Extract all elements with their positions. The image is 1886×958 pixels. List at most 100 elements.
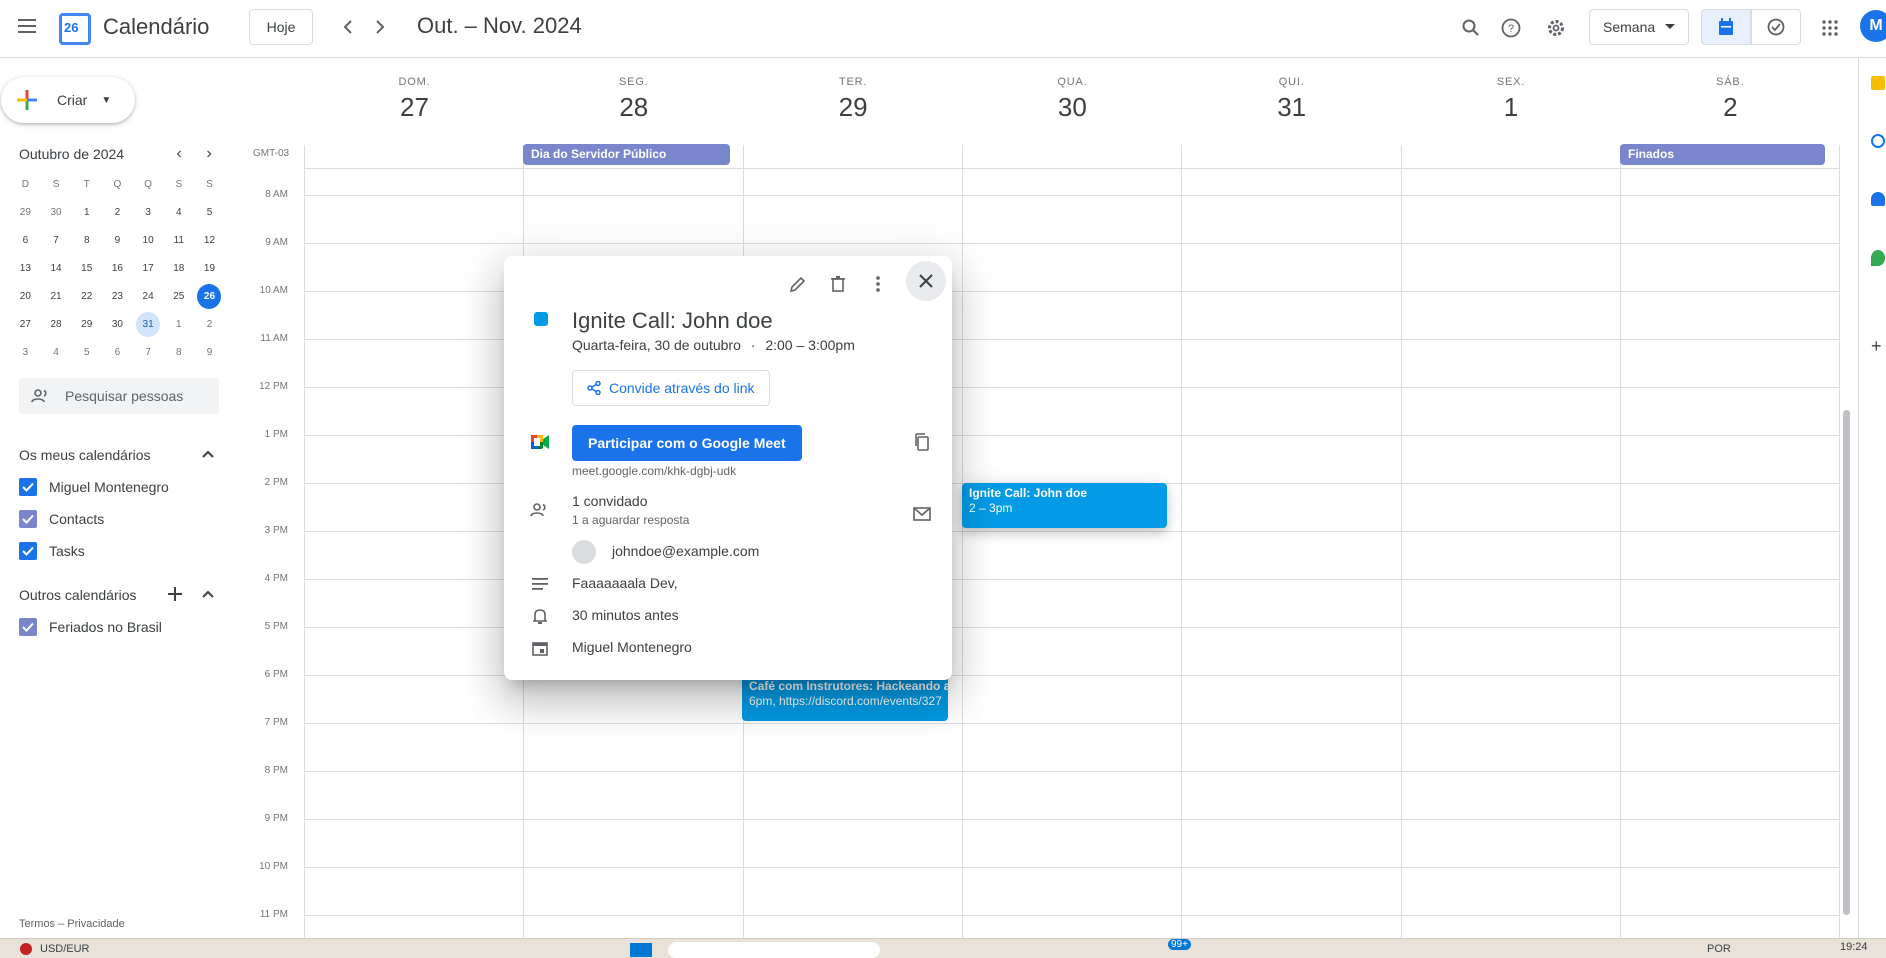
day-header[interactable]: DOM. 27: [305, 76, 524, 123]
day-header[interactable]: QUA. 30: [963, 76, 1182, 123]
mini-calendar-day[interactable]: 29: [13, 200, 37, 225]
day-date[interactable]: 30: [963, 92, 1182, 123]
add-calendar-icon[interactable]: [163, 582, 187, 606]
my-calendars-title[interactable]: Os meus calendários: [19, 447, 151, 463]
help-icon[interactable]: ?: [1495, 12, 1527, 44]
day-header[interactable]: TER. 29: [744, 76, 963, 123]
taskbar-search-box[interactable]: [668, 942, 880, 958]
mini-calendar-day[interactable]: 28: [44, 312, 68, 337]
footer-links[interactable]: Termos – Privacidade: [19, 918, 125, 930]
mini-calendar-day[interactable]: 1: [75, 200, 99, 225]
day-header[interactable]: SEX. 1: [1402, 76, 1621, 123]
day-date[interactable]: 29: [744, 92, 963, 123]
mini-prev-month-icon[interactable]: ‹: [167, 142, 191, 166]
join-google-meet-button[interactable]: Participar com o Google Meet: [572, 425, 802, 461]
mini-calendar-day[interactable]: 6: [105, 340, 129, 365]
mini-calendar-day[interactable]: 23: [105, 284, 129, 309]
calendar-item[interactable]: Tasks: [19, 542, 85, 560]
collapse-other-calendars-icon[interactable]: [196, 582, 220, 606]
settings-gear-icon[interactable]: [1540, 12, 1572, 44]
mini-calendar-day[interactable]: 31: [136, 312, 161, 337]
clock[interactable]: 19:24: [1840, 941, 1868, 953]
mini-calendar-day[interactable]: 25: [167, 284, 191, 309]
day-date[interactable]: 2: [1621, 92, 1840, 123]
mini-calendar-day[interactable]: 19: [197, 256, 221, 281]
mini-calendar-day[interactable]: 16: [105, 256, 129, 281]
mini-calendar-day[interactable]: 27: [13, 312, 37, 337]
mini-calendar-day[interactable]: 29: [75, 312, 99, 337]
tasks-icon[interactable]: [1871, 134, 1885, 148]
maps-icon[interactable]: [1871, 250, 1885, 266]
mini-calendar-day[interactable]: 7: [136, 340, 160, 365]
calendar-event[interactable]: Ignite Call: John doe 2 – 3pm: [962, 483, 1167, 528]
checkbox-checked-icon[interactable]: [19, 510, 37, 528]
mini-calendar-day[interactable]: 11: [167, 228, 191, 253]
search-people-input[interactable]: Pesquisar pessoas: [19, 378, 219, 414]
mini-calendar-day[interactable]: 17: [136, 256, 160, 281]
grid-scrollbar[interactable]: [1843, 410, 1850, 915]
mini-calendar-day[interactable]: 20: [13, 284, 37, 309]
apps-grid-icon[interactable]: [1814, 12, 1846, 44]
calendar-item[interactable]: Contacts: [19, 510, 104, 528]
mini-calendar-day[interactable]: 6: [13, 228, 37, 253]
mini-calendar-day[interactable]: 24: [136, 284, 160, 309]
collapse-my-calendars-icon[interactable]: [196, 442, 220, 466]
checkbox-checked-icon[interactable]: [19, 478, 37, 496]
mini-calendar-day[interactable]: 30: [44, 200, 68, 225]
mini-calendar-day[interactable]: 15: [75, 256, 99, 281]
mini-calendar-day[interactable]: 21: [44, 284, 68, 309]
day-date[interactable]: 27: [305, 92, 524, 123]
guest-email[interactable]: johndoe@example.com: [612, 543, 759, 559]
invite-via-link-button[interactable]: Convide através do link: [572, 370, 770, 406]
calendar-event[interactable]: Café com Instrutores: Hackeando a 6pm, h…: [742, 676, 948, 721]
windows-start-icon[interactable]: [630, 943, 652, 957]
day-date[interactable]: 31: [1182, 92, 1401, 123]
other-calendars-title[interactable]: Outros calendários: [19, 587, 137, 603]
mini-calendar-day[interactable]: 30: [105, 312, 129, 337]
today-button[interactable]: Hoje: [249, 9, 313, 45]
calendar-item[interactable]: Miguel Montenegro: [19, 478, 169, 496]
mini-calendar-day[interactable]: 26: [197, 284, 222, 309]
keep-icon[interactable]: [1871, 76, 1885, 90]
email-guests-icon[interactable]: [906, 498, 938, 530]
day-date[interactable]: 1: [1402, 92, 1621, 123]
search-icon[interactable]: [1455, 12, 1487, 44]
previous-week-icon[interactable]: [334, 13, 362, 41]
mini-calendar-day[interactable]: 2: [197, 312, 221, 337]
mini-calendar-day[interactable]: 22: [75, 284, 99, 309]
view-selector[interactable]: Semana: [1589, 9, 1689, 45]
next-week-icon[interactable]: [366, 13, 394, 41]
day-header[interactable]: SEG. 28: [524, 76, 743, 123]
mini-calendar-day[interactable]: 8: [167, 340, 191, 365]
delete-trash-icon[interactable]: [822, 268, 854, 300]
all-day-event[interactable]: Finados: [1620, 144, 1825, 165]
create-button[interactable]: Criar ▼: [1, 77, 135, 123]
mini-calendar-day[interactable]: 1: [167, 312, 191, 337]
meet-url[interactable]: meet.google.com/khk-dgbj-udk: [572, 464, 736, 478]
calendar-view-toggle-icon[interactable]: [1701, 9, 1751, 45]
mini-calendar-day[interactable]: 7: [44, 228, 68, 253]
add-addon-icon[interactable]: +: [1871, 336, 1882, 357]
mini-calendar-day[interactable]: 14: [44, 256, 68, 281]
language-indicator[interactable]: POR: [1707, 943, 1731, 955]
checkbox-checked-icon[interactable]: [19, 542, 37, 560]
close-icon[interactable]: [906, 261, 946, 301]
day-header[interactable]: SÁB. 2: [1621, 76, 1840, 123]
all-day-event[interactable]: Dia do Servidor Público: [523, 144, 730, 165]
mini-calendar-day[interactable]: 18: [167, 256, 191, 281]
contacts-icon[interactable]: [1871, 192, 1885, 206]
mini-calendar-day[interactable]: 3: [13, 340, 37, 365]
tasks-view-toggle-icon[interactable]: [1751, 9, 1801, 45]
checkbox-checked-icon[interactable]: [19, 618, 37, 636]
mini-calendar-day[interactable]: 10: [136, 228, 160, 253]
calendar-item[interactable]: Feriados no Brasil: [19, 618, 162, 636]
mini-calendar-day[interactable]: 9: [197, 340, 221, 365]
account-avatar[interactable]: M: [1860, 10, 1886, 42]
mini-calendar-day[interactable]: 2: [105, 200, 129, 225]
more-options-icon[interactable]: [862, 268, 894, 300]
edit-pencil-icon[interactable]: [782, 268, 814, 300]
mini-calendar-day[interactable]: 5: [75, 340, 99, 365]
mini-calendar-day[interactable]: 4: [167, 200, 191, 225]
mini-calendar-day[interactable]: 13: [13, 256, 37, 281]
ticker-label[interactable]: USD/EUR: [40, 943, 90, 955]
